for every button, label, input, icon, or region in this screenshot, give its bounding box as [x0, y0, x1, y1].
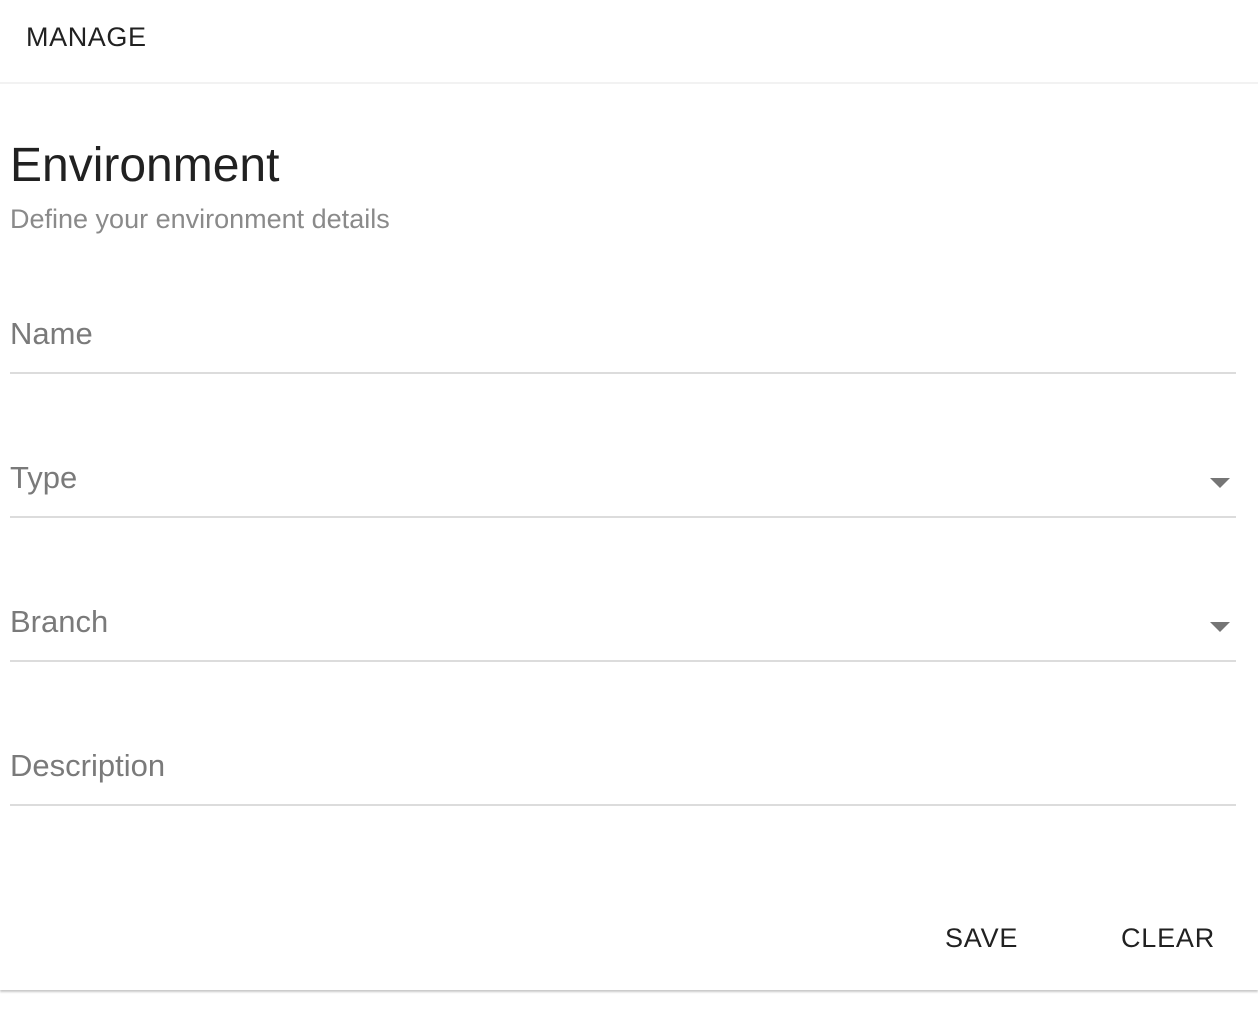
tab-manage[interactable]: MANAGE: [26, 22, 147, 53]
branch-select[interactable]: Branch: [10, 600, 1236, 662]
type-select-label: Type: [10, 460, 78, 495]
environment-form-card: Environment Define your environment deta…: [0, 86, 1258, 990]
type-select[interactable]: Type: [10, 456, 1236, 518]
name-field-label: Name: [10, 316, 93, 351]
page: MANAGE Environment Define your environme…: [0, 0, 1258, 1026]
description-field-label: Description: [10, 748, 166, 783]
chevron-down-icon[interactable]: [1210, 478, 1230, 488]
branch-select-label: Branch: [10, 604, 109, 639]
description-field[interactable]: Description: [10, 744, 1236, 806]
chevron-down-icon[interactable]: [1210, 622, 1230, 632]
clear-button[interactable]: CLEAR: [1121, 920, 1215, 956]
top-bar: MANAGE: [0, 0, 1258, 84]
page-subtitle: Define your environment details: [10, 204, 390, 234]
name-field[interactable]: Name: [10, 312, 1236, 374]
save-button[interactable]: SAVE: [945, 920, 1018, 956]
page-title: Environment: [10, 139, 280, 192]
